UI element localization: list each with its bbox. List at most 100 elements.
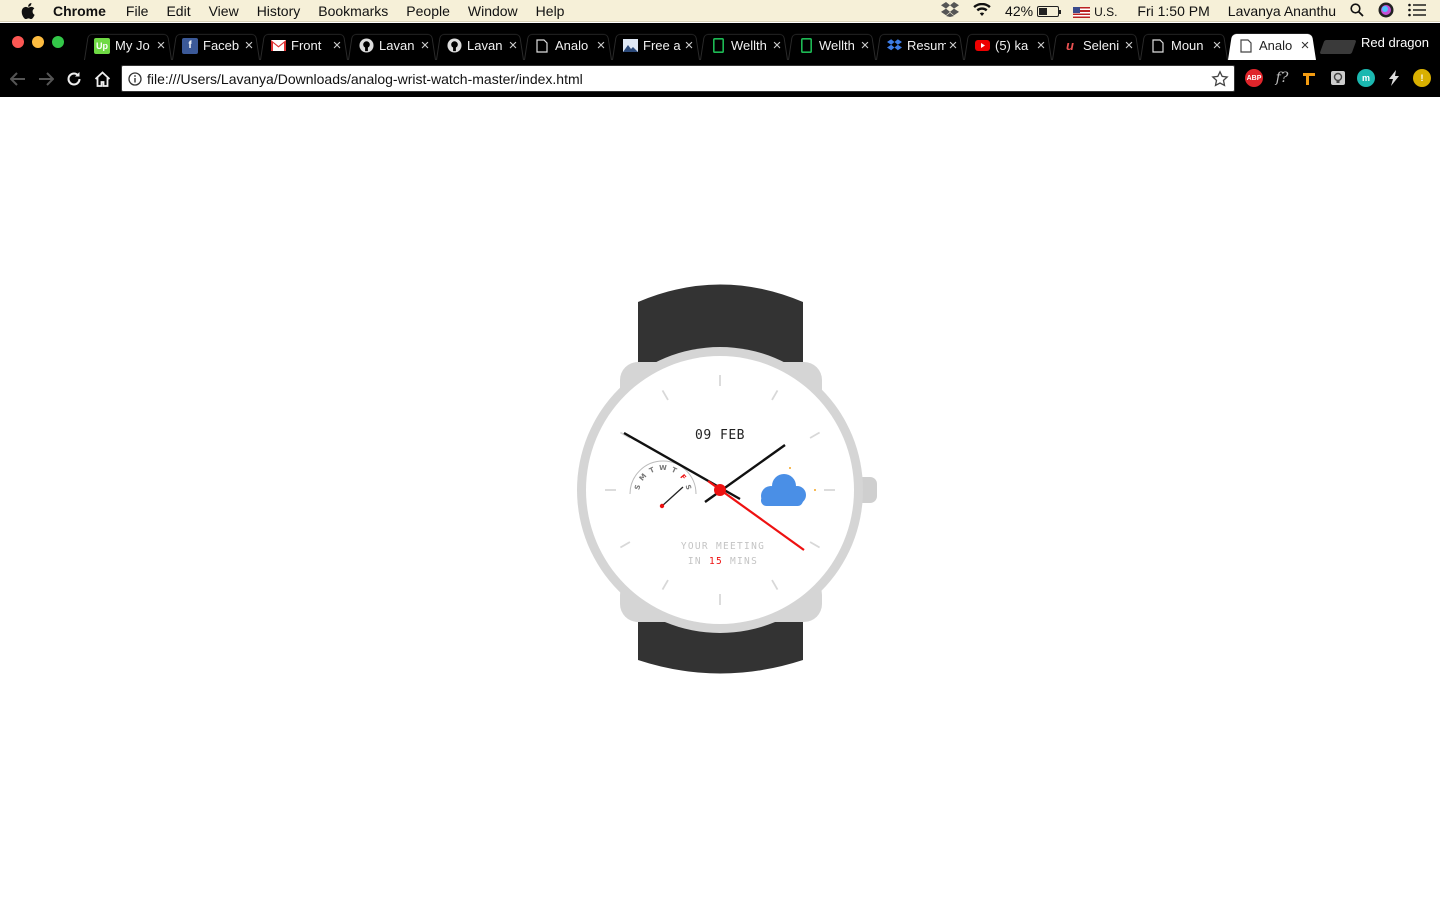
wifi-icon[interactable] <box>973 2 991 20</box>
tab-title: Analo <box>1259 38 1293 53</box>
dropbox-status-icon[interactable] <box>941 2 960 20</box>
tab-1[interactable]: f Faceb × <box>168 31 264 60</box>
tab-close-icon[interactable]: × <box>682 38 696 53</box>
tab-close-icon[interactable]: × <box>1034 38 1048 53</box>
back-button[interactable] <box>7 68 29 90</box>
menu-people[interactable]: People <box>406 0 450 22</box>
document-icon <box>1238 38 1254 54</box>
tab-11[interactable]: u Seleni × <box>1048 31 1144 60</box>
menubar-clock[interactable]: Fri 1:50 PM <box>1137 3 1209 19</box>
facebook-icon: f <box>182 37 198 54</box>
center-pin <box>714 484 726 496</box>
tab-5[interactable]: Analo × <box>520 31 616 60</box>
battery-percent[interactable]: 42% <box>1005 3 1033 19</box>
tab-title: (5) ka <box>995 38 1029 53</box>
github-icon <box>446 38 462 54</box>
tab-9[interactable]: Resum × <box>872 31 968 60</box>
bookmark-star-icon[interactable] <box>1211 70 1229 88</box>
lightbulb-icon[interactable] <box>1329 69 1347 87</box>
analog-watch: 09 FEB SMTWTFS YOUR MEETING IN 15 MINS <box>560 277 900 677</box>
tab-title: Free a <box>643 38 681 53</box>
tab-3[interactable]: Lavan × <box>344 31 440 60</box>
document-icon <box>1150 38 1166 54</box>
battery-icon[interactable] <box>1037 5 1062 17</box>
menu-app-name[interactable]: Chrome <box>53 0 106 22</box>
image-icon <box>622 38 638 54</box>
tab-7[interactable]: Wellth × <box>696 31 792 60</box>
menu-help[interactable]: Help <box>536 0 565 22</box>
us-flag-icon <box>1073 6 1091 18</box>
input-source[interactable]: U.S. <box>1073 3 1117 19</box>
day-letter: W <box>659 464 667 472</box>
watch-date: 09 FEB <box>695 428 745 443</box>
mint-icon[interactable]: m <box>1357 69 1375 87</box>
adblock-icon[interactable]: ABP <box>1245 69 1263 87</box>
tab-title: Front <box>291 38 322 53</box>
new-tab-button[interactable] <box>1319 40 1357 54</box>
document-icon <box>534 38 550 54</box>
forward-button[interactable] <box>35 68 57 90</box>
tab-close-icon[interactable]: × <box>154 38 168 53</box>
tab-title: Lavan <box>379 38 415 53</box>
tab-title: Resum <box>907 38 946 53</box>
info-icon[interactable] <box>128 72 142 86</box>
window-minimize-button[interactable] <box>32 36 44 48</box>
warning-icon[interactable]: ! <box>1413 69 1431 87</box>
siri-icon[interactable] <box>1378 2 1394 21</box>
meeting-message-line1: YOUR MEETING <box>681 541 765 552</box>
menu-history[interactable]: History <box>257 0 301 22</box>
tab-close-icon[interactable]: × <box>946 38 960 53</box>
menu-view[interactable]: View <box>209 0 239 22</box>
tab-close-icon[interactable]: × <box>418 38 432 53</box>
tab-close-icon[interactable]: × <box>858 38 872 53</box>
browser-tab-strip: Up My Jo × f Faceb × Front × Lavan × Lav… <box>0 23 1440 60</box>
youtube-icon <box>974 38 990 54</box>
tab-close-icon[interactable]: × <box>1122 38 1136 53</box>
tab-close-icon[interactable]: × <box>1298 38 1312 53</box>
menu-window[interactable]: Window <box>468 0 518 22</box>
menubar-user[interactable]: Lavanya Ananthu <box>1228 3 1336 19</box>
menu-edit[interactable]: Edit <box>166 0 190 22</box>
home-button[interactable] <box>91 68 113 90</box>
meeting-message-prefix: IN <box>688 556 709 567</box>
tab-title: Moun <box>1171 38 1204 53</box>
tab-close-icon[interactable]: × <box>1210 38 1224 53</box>
notification-center-icon[interactable] <box>1408 3 1426 20</box>
tab-2[interactable]: Front × <box>256 31 352 60</box>
page-content: 09 FEB SMTWTFS YOUR MEETING IN 15 MINS <box>0 97 1440 900</box>
tab-12[interactable]: Moun × <box>1136 31 1232 60</box>
tab-close-icon[interactable]: × <box>330 38 344 53</box>
tab-title: Analo <box>555 38 589 53</box>
browser-toolbar: ABP f? m ! <box>0 60 1440 97</box>
meeting-message-line2: IN 15 MINS <box>688 556 758 567</box>
hammer-icon[interactable] <box>1301 69 1319 87</box>
meeting-minutes-count: 15 <box>709 556 723 567</box>
tab-4[interactable]: Lavan × <box>432 31 528 60</box>
tab-10[interactable]: (5) ka × <box>960 31 1056 60</box>
spotlight-icon[interactable] <box>1350 2 1364 20</box>
github-icon <box>358 38 374 54</box>
menu-bookmarks[interactable]: Bookmarks <box>318 0 388 22</box>
tab-0[interactable]: Up My Jo × <box>80 31 176 60</box>
input-source-label: U.S. <box>1094 5 1118 19</box>
url-input[interactable] <box>147 68 1197 89</box>
gmail-icon <box>270 38 286 54</box>
window-close-button[interactable] <box>12 36 24 48</box>
tab-13-active[interactable]: Analo × <box>1224 31 1320 60</box>
reload-button[interactable] <box>63 68 85 90</box>
profile-name[interactable]: Red dragon <box>1361 35 1429 50</box>
font-icon[interactable]: f? <box>1273 69 1291 87</box>
tab-6[interactable]: Free a × <box>608 31 704 60</box>
tab-8[interactable]: Wellth × <box>784 31 880 60</box>
tab-close-icon[interactable]: × <box>770 38 784 53</box>
tab-close-icon[interactable]: × <box>594 38 608 53</box>
tab-title: Faceb <box>203 38 240 53</box>
window-zoom-button[interactable] <box>52 36 64 48</box>
address-bar[interactable] <box>121 65 1235 92</box>
tab-title: Seleni <box>1083 38 1120 53</box>
tab-close-icon[interactable]: × <box>242 38 256 53</box>
tab-close-icon[interactable]: × <box>506 38 520 53</box>
bolt-icon[interactable] <box>1385 69 1403 87</box>
apple-icon[interactable] <box>17 0 39 22</box>
menu-file[interactable]: File <box>126 0 149 22</box>
